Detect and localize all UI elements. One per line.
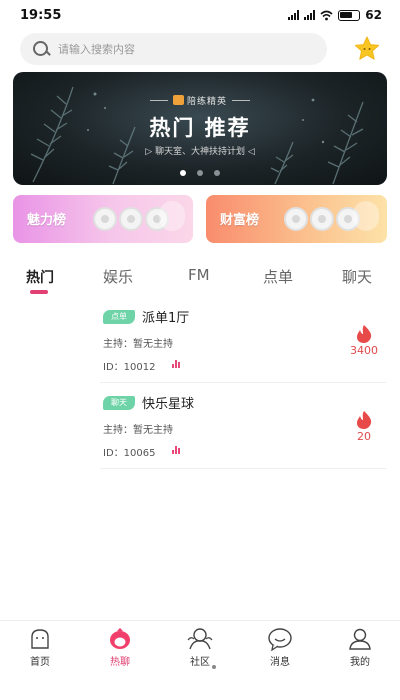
audio-bars-icon bbox=[172, 358, 182, 368]
wealth-rank-card[interactable]: 财富榜 bbox=[206, 195, 387, 243]
room-name: 快乐星球 bbox=[142, 397, 195, 412]
nav-messages[interactable]: 消息 bbox=[250, 627, 310, 668]
banner-tag: 陪练精英 bbox=[13, 94, 387, 107]
tab-chat[interactable]: 聊天 bbox=[342, 266, 372, 287]
star-icon[interactable] bbox=[353, 35, 381, 63]
avatar bbox=[119, 207, 143, 231]
status-time: 19:55 bbox=[20, 7, 62, 23]
signal-icon bbox=[288, 10, 300, 20]
message-icon bbox=[268, 628, 292, 651]
room-type-badge: 点单 bbox=[103, 310, 135, 324]
bottom-nav: 首页 热聊 社区 消息 我的 bbox=[0, 620, 400, 700]
nav-profile[interactable]: 我的 bbox=[330, 627, 390, 668]
battery-level: 62 bbox=[365, 8, 382, 22]
banner-subtitle: ▷ 聊天室、大神扶持计划 ◁ bbox=[145, 147, 255, 157]
carousel-dot[interactable] bbox=[197, 170, 203, 176]
audio-bars-icon bbox=[172, 444, 182, 454]
avatar bbox=[284, 207, 308, 231]
banner-title: 热门 推荐 bbox=[149, 116, 251, 140]
heart-decoration-icon bbox=[159, 201, 185, 231]
nav-messages-label: 消息 bbox=[270, 657, 290, 668]
tag-logo-icon bbox=[172, 95, 184, 105]
avatar bbox=[93, 207, 117, 231]
tab-fm[interactable]: FM bbox=[188, 266, 210, 284]
search-icon bbox=[32, 40, 50, 58]
nav-hot-chat-label: 热聊 bbox=[110, 657, 130, 668]
charm-rank-card[interactable]: 魅力榜 bbox=[13, 195, 193, 243]
nav-home[interactable]: 首页 bbox=[10, 627, 70, 668]
battery-icon bbox=[338, 9, 361, 21]
category-tabs: 热门 娱乐 FM 点单 聊天 bbox=[0, 262, 400, 294]
charm-rank-avatars bbox=[93, 207, 169, 231]
tab-indicator bbox=[30, 290, 48, 294]
nav-profile-label: 我的 bbox=[350, 657, 370, 668]
nav-home-label: 首页 bbox=[30, 657, 50, 668]
tab-entertainment[interactable]: 娱乐 bbox=[103, 266, 133, 287]
room-id: ID：10065 bbox=[103, 448, 156, 459]
banner-tag-text: 陪练精英 bbox=[186, 97, 227, 107]
room-id: ID：10012 bbox=[103, 362, 156, 373]
wifi-icon bbox=[320, 10, 333, 20]
wealth-rank-avatars bbox=[284, 207, 360, 231]
tab-hot[interactable]: 热门 bbox=[26, 267, 54, 287]
home-icon bbox=[31, 629, 49, 649]
heat-value: 3400 bbox=[350, 344, 378, 357]
carousel-dots bbox=[13, 170, 387, 176]
gift-decoration-icon bbox=[353, 201, 379, 231]
room-item[interactable]: 点单 派单1厅 主持：暂无主持 ID：10012 3400 bbox=[100, 297, 386, 383]
search-input[interactable] bbox=[58, 42, 298, 56]
flame-icon bbox=[357, 411, 372, 429]
flame-icon bbox=[357, 325, 372, 343]
room-heat: 20 bbox=[344, 410, 384, 443]
nav-community[interactable]: 社区 bbox=[170, 627, 230, 669]
nav-community-label: 社区 bbox=[190, 657, 210, 668]
signal-2-icon bbox=[304, 10, 316, 20]
carousel-dot[interactable] bbox=[180, 170, 186, 176]
heat-value: 20 bbox=[357, 430, 371, 443]
hot-chat-icon bbox=[110, 628, 130, 649]
notification-dot bbox=[212, 665, 216, 669]
room-name: 派单1厅 bbox=[142, 311, 190, 326]
room-item[interactable]: 聊天 快乐星球 主持：暂无主持 ID：10065 20 bbox=[100, 383, 386, 469]
community-icon bbox=[187, 628, 213, 650]
search-bar[interactable] bbox=[20, 33, 327, 65]
charm-rank-label: 魅力榜 bbox=[27, 213, 67, 228]
status-bar: 19:55 62 bbox=[0, 0, 400, 30]
status-icons: 62 bbox=[288, 8, 382, 22]
wealth-rank-label: 财富榜 bbox=[220, 213, 260, 228]
room-type-badge: 聊天 bbox=[103, 396, 135, 410]
room-host: 主持：暂无主持 bbox=[103, 425, 173, 436]
profile-icon bbox=[349, 628, 371, 650]
nav-hot-chat[interactable]: 热聊 bbox=[90, 627, 150, 668]
promo-banner[interactable]: 陪练精英 热门 推荐 ▷ 聊天室、大神扶持计划 ◁ bbox=[13, 72, 387, 185]
room-heat: 3400 bbox=[344, 324, 384, 357]
tab-order[interactable]: 点单 bbox=[263, 266, 293, 287]
avatar bbox=[310, 207, 334, 231]
room-host: 主持：暂无主持 bbox=[103, 339, 173, 350]
carousel-dot[interactable] bbox=[214, 170, 220, 176]
